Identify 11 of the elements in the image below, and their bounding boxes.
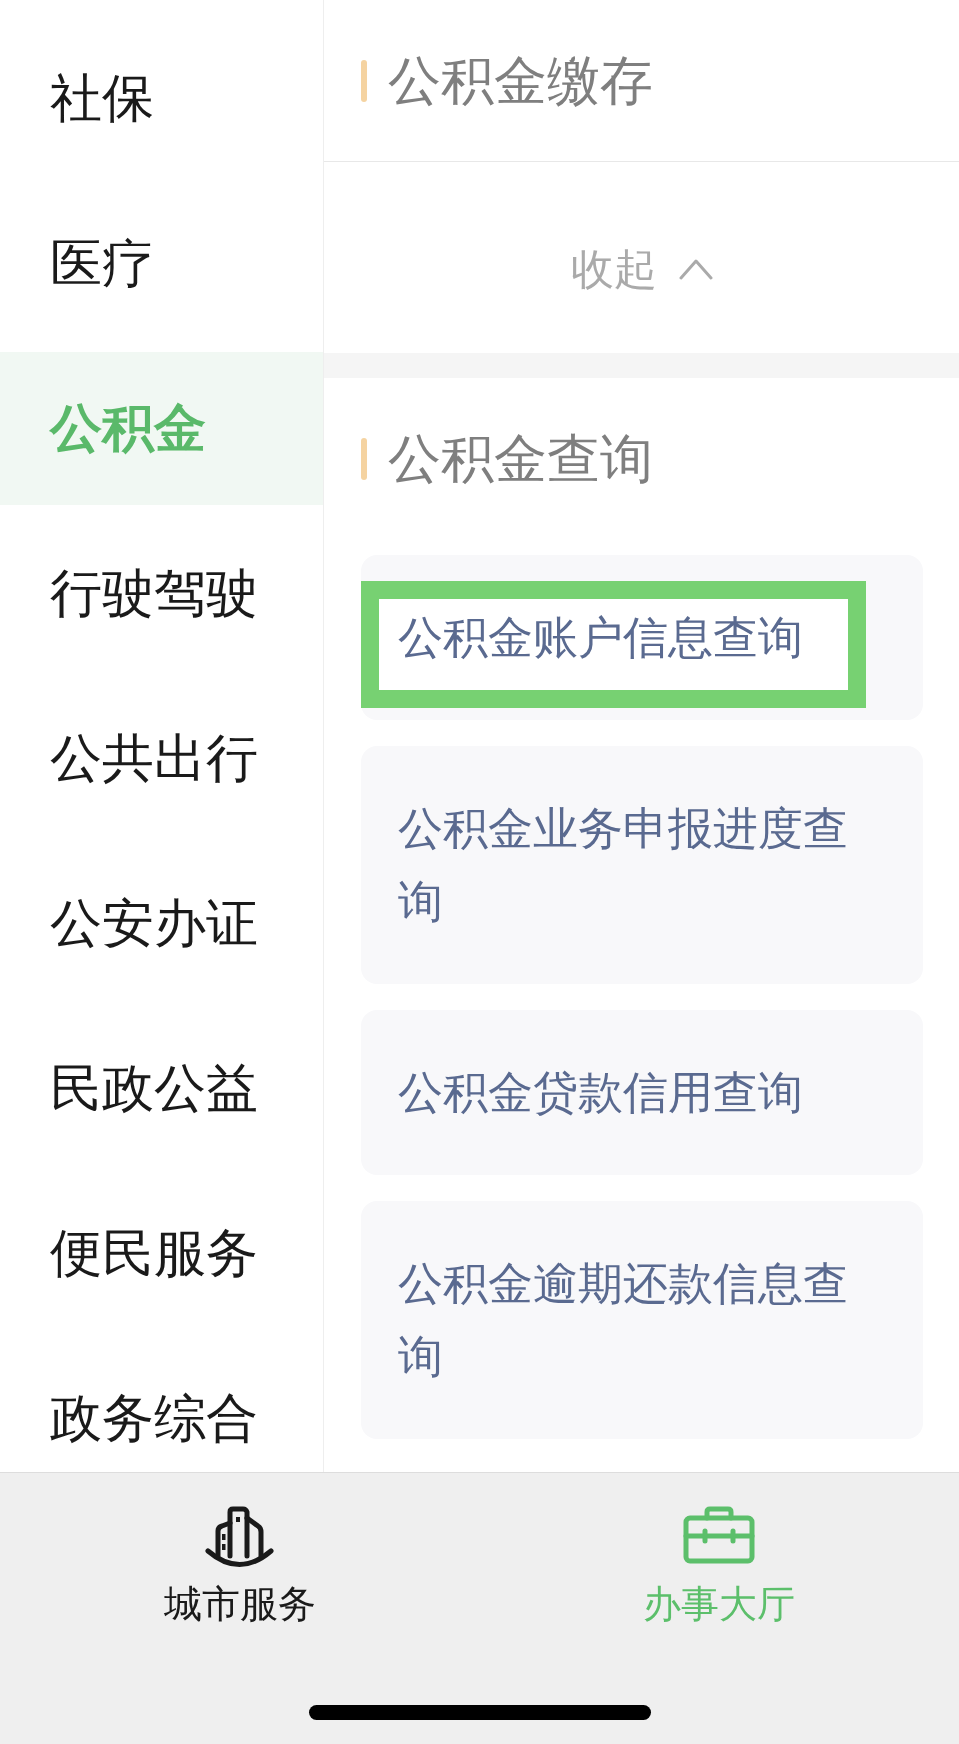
buildings-icon xyxy=(204,1506,276,1570)
briefcase-icon xyxy=(683,1506,756,1564)
service-card[interactable]: 公积金业务申报进度查询 xyxy=(361,746,923,984)
section-title: 公积金查询 xyxy=(388,429,653,489)
service-card[interactable]: 公积金账户信息查询 xyxy=(361,555,923,720)
title-marker-icon xyxy=(361,438,367,480)
service-card[interactable]: 公积金贷款信用查询 xyxy=(361,1010,923,1175)
section-title: 公积金缴存 xyxy=(388,50,653,111)
title-marker-icon xyxy=(361,59,367,102)
tab[interactable]: 城市服务 xyxy=(0,1473,480,1624)
service-card[interactable]: 公积金逾期还款信息查询 xyxy=(361,1201,923,1439)
